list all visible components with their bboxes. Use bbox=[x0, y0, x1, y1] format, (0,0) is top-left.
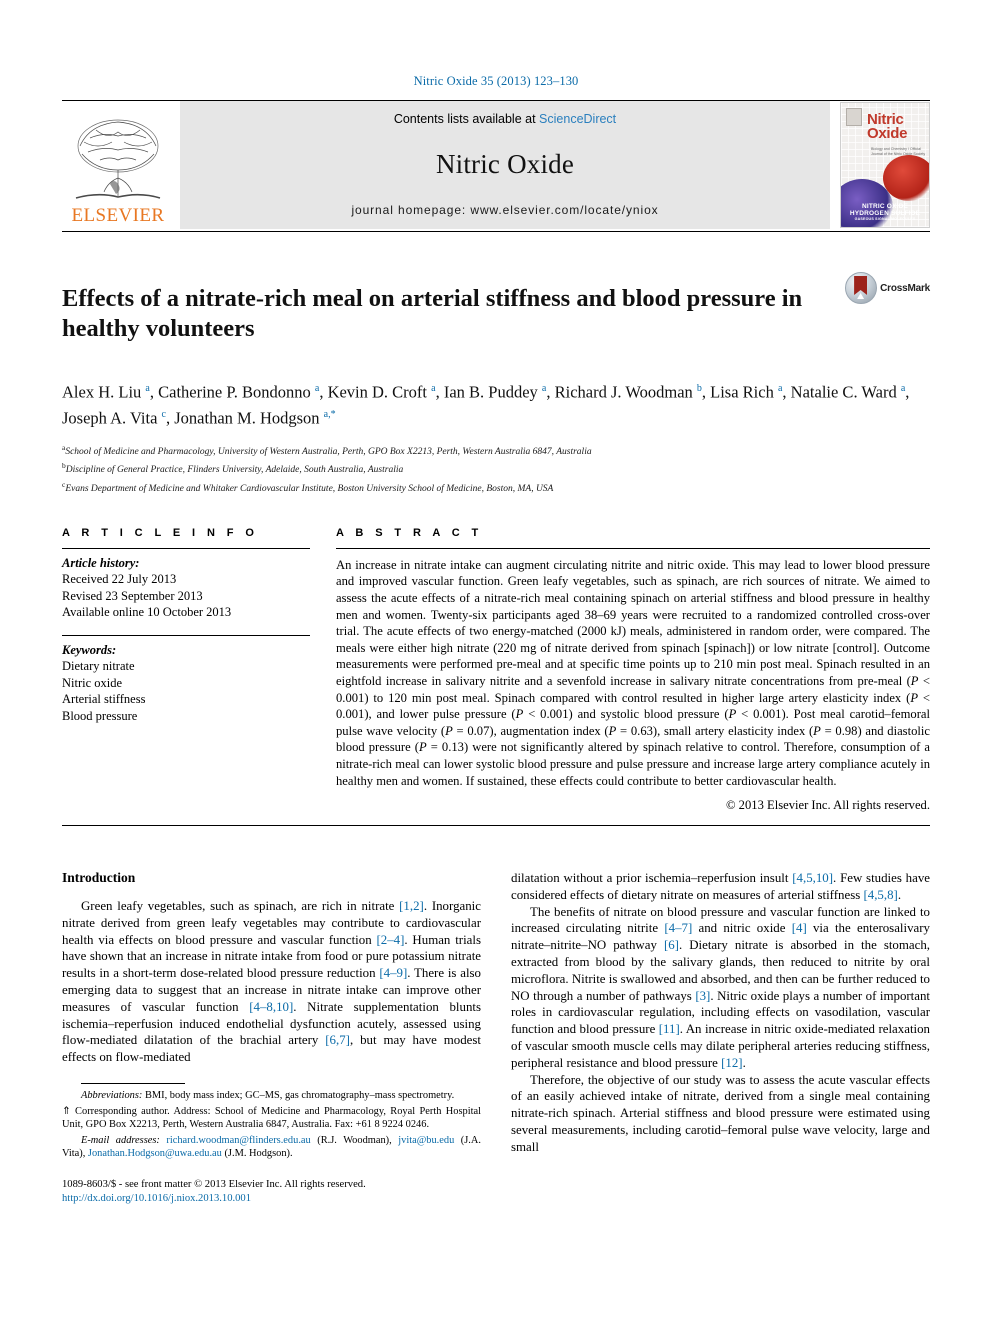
crossmark-badge[interactable]: CrossMark bbox=[845, 272, 930, 304]
sciencedirect-link[interactable]: ScienceDirect bbox=[539, 112, 616, 126]
cover-publisher-box-icon bbox=[846, 108, 862, 126]
intro-paragraph-3: Therefore, the objective of our study wa… bbox=[511, 1072, 930, 1154]
journal-title: Nitric Oxide bbox=[435, 149, 575, 179]
cover-footer-line3: GASEOUS SIGNAL MOLECULES bbox=[854, 217, 916, 221]
keyword-item: Dietary nitrate bbox=[62, 659, 135, 674]
affiliation-item: bDiscipline of General Practice, Flinder… bbox=[62, 459, 930, 478]
masthead-center: Contents lists available at ScienceDirec… bbox=[180, 101, 830, 229]
intro-continuation-paragraph: dilatation without a prior ischemia–repe… bbox=[511, 871, 930, 902]
info-abstract-region: A R T I C L E I N F O Article history: R… bbox=[62, 527, 930, 813]
affiliation-text: Discipline of General Practice, Flinders… bbox=[65, 465, 404, 476]
email-addresses-footnote: E-mail addresses: richard.woodman@flinde… bbox=[62, 1134, 481, 1160]
article-history-block: Article history: Received 22 July 2013 R… bbox=[62, 549, 310, 621]
history-item: Received 22 July 2013 bbox=[62, 572, 177, 587]
masthead-bottom-rule bbox=[62, 231, 930, 232]
abstract-bottom-rule bbox=[62, 825, 930, 827]
title-block: Effects of a nitrate-rich meal on arteri… bbox=[62, 268, 930, 361]
introduction-paragraph: Green leafy vegetables, such as spinach,… bbox=[62, 899, 482, 1065]
article-info-column: A R T I C L E I N F O Article history: R… bbox=[62, 527, 310, 813]
keyword-item: Nitric oxide bbox=[62, 675, 123, 690]
body-columns: Introduction Green leafy vegetables, suc… bbox=[62, 870, 930, 1206]
doi-link[interactable]: http://dx.doi.org/10.1016/j.niox.2013.10… bbox=[62, 1192, 481, 1206]
cover-footer-line2: HYDROGEN SULFIDE bbox=[849, 210, 921, 217]
journal-masthead: ELSEVIER Contents lists available at Sci… bbox=[62, 100, 930, 229]
author-list: Alex H. Liu a, Catherine P. Bondonno a, … bbox=[62, 382, 910, 428]
cover-subtitle: Biology and Chemistry / Official Journal… bbox=[871, 147, 926, 156]
crossmark-label: CrossMark bbox=[880, 282, 930, 294]
affiliation-list: aSchool of Medicine and Pharmacology, Un… bbox=[62, 441, 930, 497]
elsevier-logo: ELSEVIER bbox=[62, 101, 174, 229]
journal-cover-thumbnail: Nitric Oxide Biology and Chemistry / Off… bbox=[840, 102, 930, 228]
issn-copyright-block: 1089-8603/$ - see front matter © 2013 El… bbox=[62, 1178, 481, 1206]
article-history-label: Article history: bbox=[62, 555, 140, 570]
keywords-block: Keywords: Dietary nitrate Nitric oxide A… bbox=[62, 636, 310, 725]
corresponding-author-footnote: ⇑ Corresponding author. Address: School … bbox=[62, 1105, 481, 1131]
cover-footer: NITRIC OXIDE HYDROGEN SULFIDE GASEOUS SI… bbox=[841, 203, 929, 221]
introduction-heading: Introduction bbox=[62, 870, 136, 886]
history-item: Revised 23 September 2013 bbox=[62, 588, 203, 603]
elsevier-wordmark: ELSEVIER bbox=[71, 205, 165, 226]
intro-paragraph-2: The benefits of nitrate on blood pressur… bbox=[511, 904, 931, 1070]
abstract-heading: A B S T R A C T bbox=[336, 526, 483, 539]
abstract-text: An increase in nitrate intake can augmen… bbox=[336, 557, 930, 788]
abbreviations-footnote: Abbreviations: BMI, body mass index; GC–… bbox=[81, 1090, 455, 1102]
elsevier-tree-icon bbox=[75, 119, 161, 199]
keywords-label: Keywords: bbox=[62, 642, 117, 657]
crossmark-icon bbox=[845, 272, 878, 304]
affiliation-text: Evans Department of Medicine and Whitake… bbox=[65, 484, 554, 495]
keyword-item: Blood pressure bbox=[62, 708, 138, 723]
contents-available-line: Contents lists available at ScienceDirec… bbox=[394, 112, 616, 126]
keyword-item: Arterial stiffness bbox=[62, 692, 146, 707]
running-head: Nitric Oxide 35 (2013) 123–130 bbox=[413, 74, 579, 88]
affiliation-item: cEvans Department of Medicine and Whitak… bbox=[62, 478, 930, 497]
journal-homepage-line[interactable]: journal homepage: www.elsevier.com/locat… bbox=[351, 203, 658, 217]
paper-page: Nitric Oxide 35 (2013) 123–130 ELSEVIER … bbox=[0, 0, 992, 1323]
body-column-left: Introduction Green leafy vegetables, suc… bbox=[62, 870, 481, 1206]
page-title: Effects of a nitrate-rich meal on arteri… bbox=[62, 285, 803, 343]
history-item: Available online 10 October 2013 bbox=[62, 605, 232, 620]
footnote-divider bbox=[81, 1083, 185, 1085]
contents-prefix: Contents lists available at bbox=[393, 112, 536, 126]
affiliation-item: aSchool of Medicine and Pharmacology, Un… bbox=[62, 441, 930, 460]
abstract-column: A B S T R A C T An increase in nitrate i… bbox=[336, 527, 930, 813]
article-info-heading: A R T I C L E I N F O bbox=[62, 526, 259, 539]
body-column-right: dilatation without a prior ischemia–repe… bbox=[511, 870, 930, 1206]
cover-title: Nitric Oxide bbox=[867, 111, 908, 142]
affiliation-text: School of Medicine and Pharmacology, Uni… bbox=[65, 446, 592, 457]
issn-line: 1089-8603/$ - see front matter © 2013 El… bbox=[62, 1179, 366, 1191]
cover-footer-line1: NITRIC OXIDE bbox=[861, 203, 909, 210]
abstract-copyright: © 2013 Elsevier Inc. All rights reserved… bbox=[725, 798, 930, 813]
